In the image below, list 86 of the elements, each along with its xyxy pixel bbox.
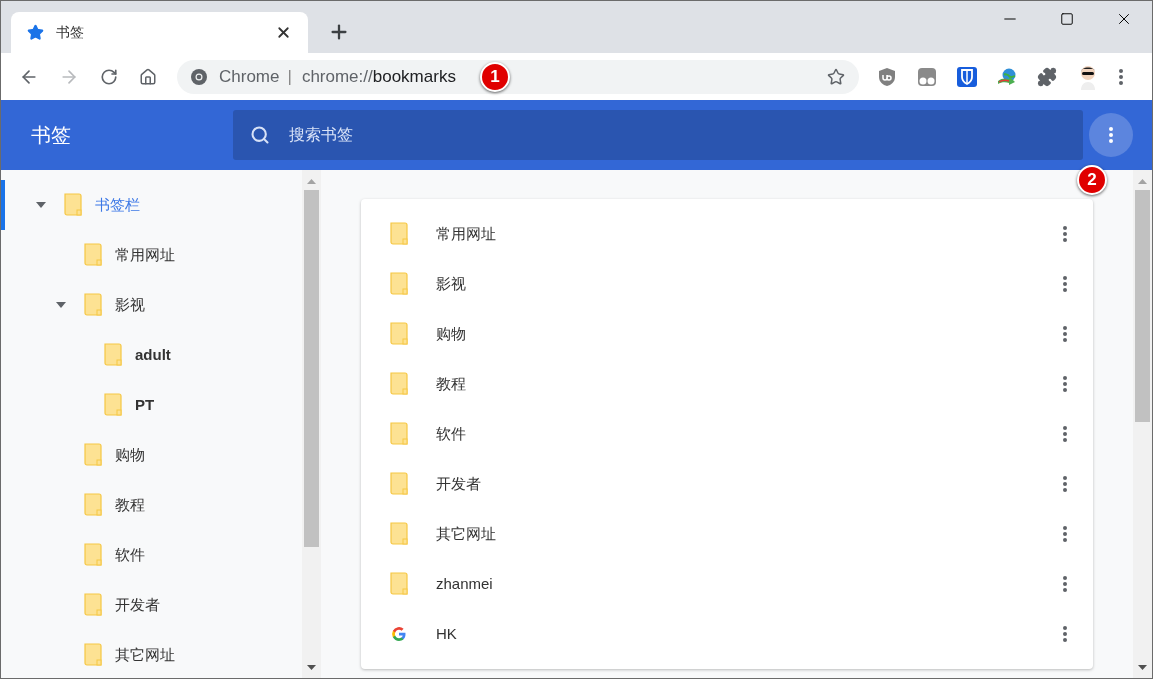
folder-icon bbox=[83, 593, 103, 617]
callout-number: 1 bbox=[479, 61, 510, 92]
shield-badge-icon[interactable] bbox=[957, 66, 977, 87]
shield-icon[interactable] bbox=[877, 66, 897, 87]
search-input[interactable]: 搜索书签 bbox=[289, 123, 889, 147]
more-icon[interactable] bbox=[1063, 226, 1067, 242]
tab-title: 书签 bbox=[56, 23, 84, 42]
folder-icon bbox=[389, 422, 409, 446]
folder-icon bbox=[389, 322, 409, 346]
bookmark-title: 开发者 bbox=[436, 473, 481, 494]
bookmark-row[interactable]: zhanmei bbox=[361, 559, 1093, 609]
folder-icon bbox=[83, 293, 103, 317]
menu-icon[interactable] bbox=[1119, 68, 1123, 85]
reload-icon[interactable] bbox=[100, 67, 118, 86]
more-icon[interactable] bbox=[1063, 376, 1067, 392]
globe-arrow-icon[interactable] bbox=[997, 66, 1017, 87]
scroll-down-icon[interactable] bbox=[1138, 665, 1147, 670]
tree-item[interactable]: 影视 bbox=[1, 280, 302, 330]
bookmark-title: 影视 bbox=[436, 273, 466, 294]
caret-icon[interactable] bbox=[36, 202, 46, 208]
scrollbar[interactable] bbox=[302, 170, 321, 678]
scroll-down-icon[interactable] bbox=[307, 665, 316, 670]
more-icon[interactable] bbox=[1063, 576, 1067, 592]
tree-item[interactable]: 购物 bbox=[1, 430, 302, 480]
more-icon bbox=[1109, 127, 1113, 143]
folder-icon bbox=[389, 372, 409, 396]
bookmark-title: 购物 bbox=[436, 323, 466, 344]
folder-icon bbox=[63, 193, 83, 217]
bookmark-star-icon[interactable] bbox=[827, 67, 845, 86]
chrome-icon bbox=[191, 68, 207, 85]
tree-item[interactable]: adult bbox=[1, 330, 302, 380]
browser-tab[interactable]: 书签 bbox=[11, 12, 308, 53]
scrollbar[interactable] bbox=[1133, 170, 1152, 678]
star-icon bbox=[27, 24, 44, 41]
callout-number: 2 bbox=[1077, 165, 1107, 195]
tree-item[interactable]: 教程 bbox=[1, 480, 302, 530]
extensions-icon[interactable] bbox=[1037, 66, 1057, 87]
more-icon[interactable] bbox=[1063, 626, 1067, 642]
tree-item[interactable]: 开发者 bbox=[1, 580, 302, 630]
bookmark-title: zhanmei bbox=[436, 573, 493, 594]
folder-icon bbox=[103, 343, 123, 367]
folder-icon bbox=[83, 643, 103, 667]
bookmark-row[interactable]: 其它网址 bbox=[361, 509, 1093, 559]
bookmark-title: 教程 bbox=[436, 373, 466, 394]
folder-icon bbox=[83, 543, 103, 567]
folder-icon bbox=[83, 493, 103, 517]
tree-item[interactable]: 其它网址 bbox=[1, 630, 302, 678]
folder-icon bbox=[389, 222, 409, 246]
bookmark-row[interactable]: 开发者 bbox=[361, 459, 1093, 509]
folder-icon bbox=[83, 443, 103, 467]
page-title: 书签 bbox=[31, 123, 72, 148]
tree-item[interactable]: 常用网址 bbox=[1, 230, 302, 280]
folder-icon bbox=[389, 572, 409, 596]
bookmark-row[interactable]: 常用网址 bbox=[361, 209, 1093, 259]
url-text: chrome://bookmarks bbox=[301, 65, 456, 88]
search-field[interactable]: 搜索书签 bbox=[233, 110, 1083, 160]
close-icon[interactable] bbox=[275, 24, 292, 41]
folder-icon bbox=[389, 472, 409, 496]
more-icon[interactable] bbox=[1063, 426, 1067, 442]
folder-icon bbox=[389, 522, 409, 546]
bookmark-row[interactable]: 教程 bbox=[361, 359, 1093, 409]
bookmark-row[interactable]: 影视 bbox=[361, 259, 1093, 309]
more-icon[interactable] bbox=[1063, 276, 1067, 292]
maximize-icon[interactable] bbox=[1059, 12, 1074, 26]
home-icon[interactable] bbox=[139, 67, 157, 86]
bookmark-title: 其它网址 bbox=[436, 523, 496, 544]
search-icon bbox=[250, 125, 270, 145]
bookmark-row[interactable]: HK bbox=[361, 609, 1093, 659]
caret-icon[interactable] bbox=[56, 302, 66, 308]
more-icon[interactable] bbox=[1063, 526, 1067, 542]
bookmark-title: 软件 bbox=[436, 423, 466, 444]
more-icon[interactable] bbox=[1063, 326, 1067, 342]
folder-icon bbox=[389, 272, 409, 296]
folder-icon bbox=[83, 243, 103, 267]
bookmark-title: HK bbox=[436, 623, 457, 644]
origin-label: Chrome bbox=[219, 65, 280, 88]
separator: | bbox=[287, 65, 292, 88]
tree-item[interactable]: PT bbox=[1, 380, 302, 430]
more-icon[interactable] bbox=[1063, 476, 1067, 492]
address-bar[interactable]: Chrome | chrome://bookmarks 1 bbox=[177, 59, 859, 94]
bookmark-row[interactable]: 购物 bbox=[361, 309, 1093, 359]
google-icon bbox=[390, 625, 408, 643]
bookmark-row[interactable]: 软件 bbox=[361, 409, 1093, 459]
folder-icon bbox=[103, 393, 123, 417]
bookmark-title: 常用网址 bbox=[436, 223, 496, 244]
tree-item[interactable]: 软件 bbox=[1, 530, 302, 580]
